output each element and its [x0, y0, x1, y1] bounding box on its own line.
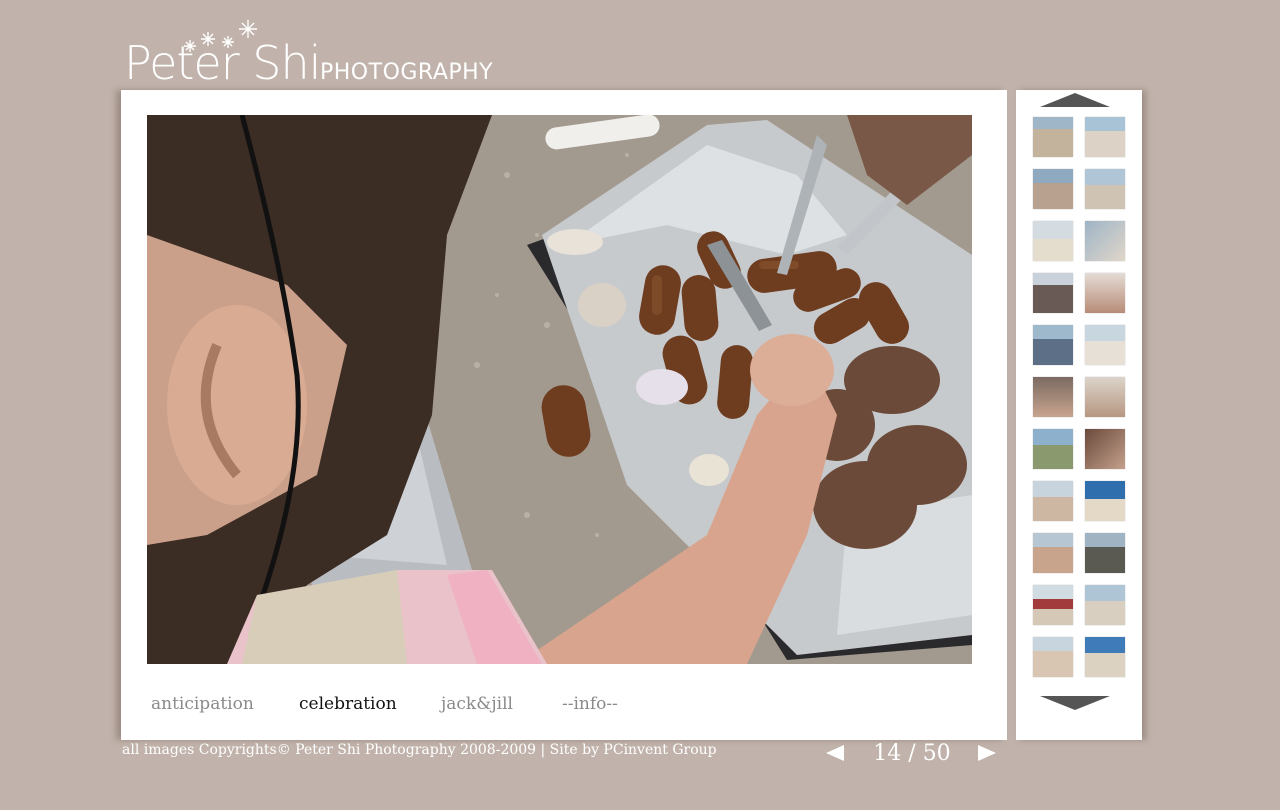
triangle-right-icon[interactable] — [978, 745, 996, 761]
thumbnail[interactable] — [1033, 221, 1073, 261]
thumbnail[interactable] — [1085, 169, 1125, 209]
nav-link-info[interactable]: --info-- — [562, 694, 618, 714]
thumbnail[interactable] — [1085, 429, 1125, 469]
thumbnail[interactable] — [1033, 377, 1073, 417]
thumbnail-panel — [1016, 90, 1142, 740]
thumbnail[interactable] — [1085, 481, 1125, 521]
thumbnail[interactable] — [1033, 117, 1073, 157]
thumbnail[interactable] — [1033, 169, 1073, 209]
thumbnail[interactable] — [1033, 273, 1073, 313]
main-panel: anticipation celebration jack&jill --inf… — [121, 90, 1007, 740]
logo-name: Peter Shi — [124, 36, 321, 90]
thumbnail[interactable] — [1085, 325, 1125, 365]
nav-link-celebration[interactable]: celebration — [299, 694, 397, 714]
copyright-text: all images Copyrights© Peter Shi Photogr… — [122, 742, 717, 758]
image-counter: 14 / 50 — [873, 741, 951, 766]
photo-image — [147, 115, 972, 664]
thumbnail[interactable] — [1085, 221, 1125, 261]
triangle-up-icon[interactable] — [1040, 93, 1110, 107]
thumbnail[interactable] — [1085, 585, 1125, 625]
thumbnail[interactable] — [1085, 533, 1125, 573]
logo-subtitle: PHOTOGRAPHY — [320, 60, 494, 85]
thumbnail[interactable] — [1033, 481, 1073, 521]
thumbnail[interactable] — [1033, 533, 1073, 573]
triangle-left-icon[interactable] — [826, 745, 844, 761]
thumbnail[interactable] — [1033, 429, 1073, 469]
thumbnail[interactable] — [1085, 273, 1125, 313]
thumbnail[interactable] — [1085, 117, 1125, 157]
thumbnail[interactable] — [1085, 377, 1125, 417]
site-logo[interactable]: Peter Shi PHOTOGRAPHY — [124, 18, 524, 88]
nav-link-jack-and-jill[interactable]: jack&jill — [441, 694, 513, 714]
triangle-down-icon[interactable] — [1040, 696, 1110, 710]
thumbnail[interactable] — [1085, 637, 1125, 677]
thumbnail[interactable] — [1033, 325, 1073, 365]
thumbnail[interactable] — [1033, 585, 1073, 625]
main-photo[interactable] — [147, 115, 972, 664]
thumbnail[interactable] — [1033, 637, 1073, 677]
nav-link-anticipation[interactable]: anticipation — [151, 694, 254, 714]
